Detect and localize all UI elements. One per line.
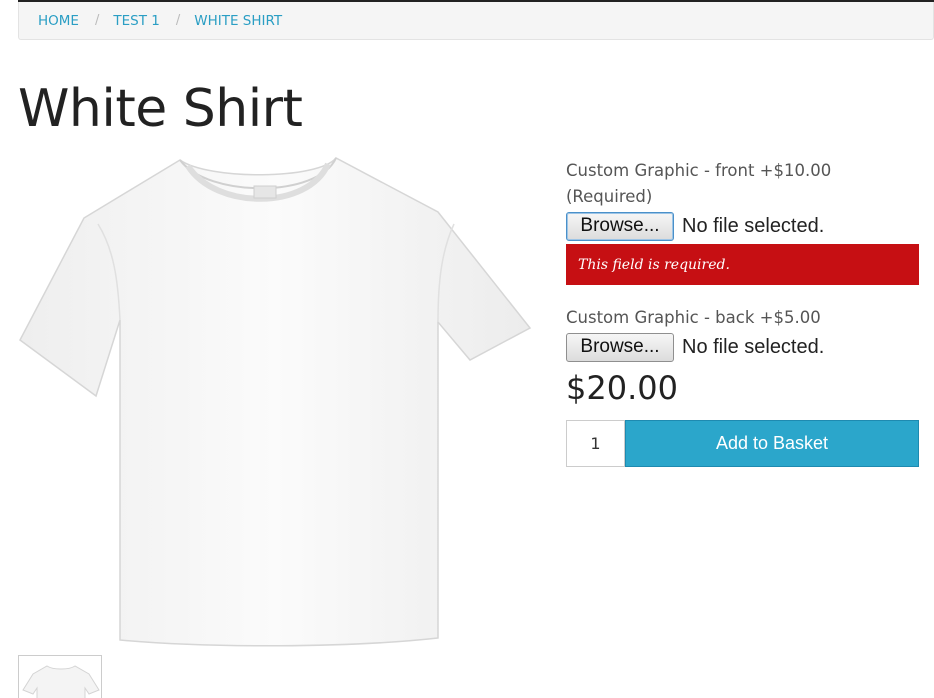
back-file-input: Browse... No file selected. <box>566 331 919 363</box>
breadcrumb-current-link[interactable]: WHITE SHIRT <box>194 13 282 29</box>
tshirt-thumbnail[interactable] <box>18 655 102 698</box>
breadcrumb-separator: / <box>94 13 100 28</box>
breadcrumb-home-link[interactable]: HOME <box>38 13 79 29</box>
required-error-message: This field is required. <box>566 244 919 285</box>
breadcrumb-test1-link[interactable]: TEST 1 <box>113 13 159 29</box>
product-options: Custom Graphic - front +$10.00 (Required… <box>566 158 919 363</box>
back-file-status: No file selected. <box>682 335 825 358</box>
breadcrumb-separator: / <box>175 13 181 28</box>
page-title: White Shirt <box>18 79 303 139</box>
tshirt-image <box>18 150 533 648</box>
front-file-status: No file selected. <box>682 214 825 237</box>
required-note: (Required) <box>566 187 653 206</box>
front-file-input: Browse... No file selected. <box>566 210 919 242</box>
back-browse-button[interactable]: Browse... <box>566 332 674 362</box>
front-graphic-label: Custom Graphic - front +$10.00 <box>566 161 832 180</box>
front-browse-button[interactable]: Browse... <box>566 211 674 241</box>
add-to-basket-button[interactable]: Add to Basket <box>625 420 919 467</box>
breadcrumb: HOME / TEST 1 / WHITE SHIRT <box>18 2 934 40</box>
quantity-input[interactable] <box>566 420 625 467</box>
back-graphic-label: Custom Graphic - back +$5.00 <box>566 308 821 327</box>
product-price: $20.00 <box>566 369 678 407</box>
